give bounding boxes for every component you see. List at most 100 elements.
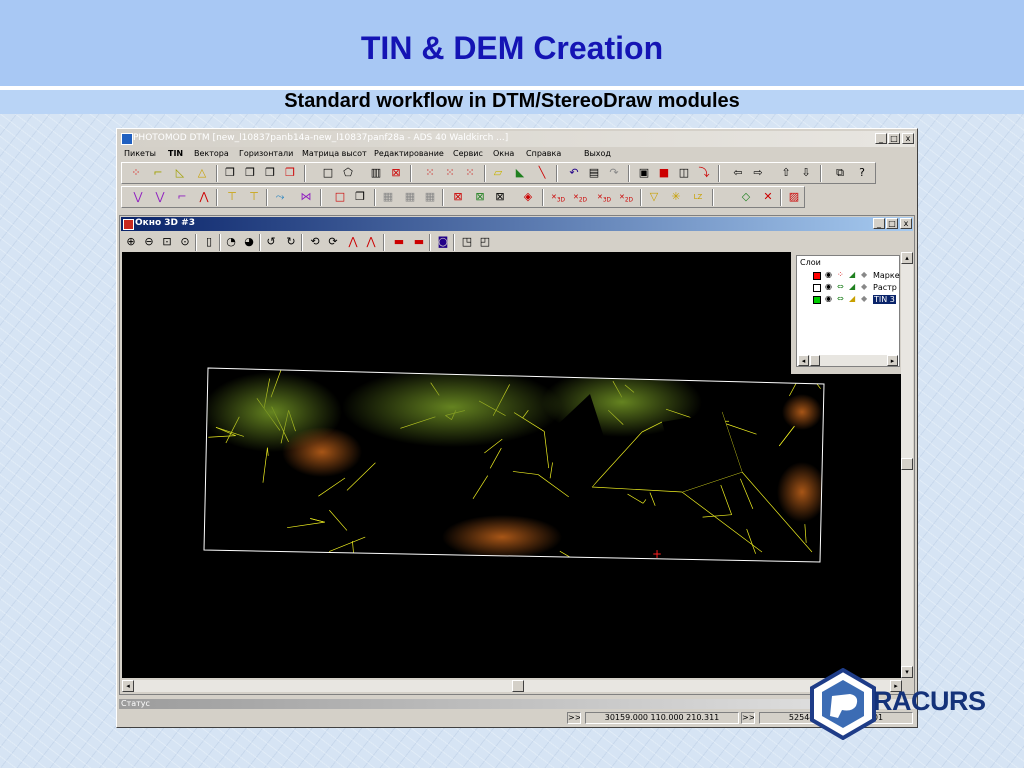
menu-edit[interactable]: Редактирование	[374, 149, 444, 158]
up-icon[interactable]: ⇧	[778, 165, 794, 181]
frame-icon[interactable]: ◳	[459, 234, 475, 250]
menu-dem[interactable]: Матрица высот	[302, 149, 367, 158]
scroll-left-icon[interactable]: ◂	[122, 680, 134, 692]
viewport-vscrollbar[interactable]: ▴ ▾	[901, 252, 913, 678]
child-window-icon[interactable]	[123, 219, 134, 230]
menu-exit[interactable]: Выход	[584, 149, 611, 158]
grid-icon[interactable]: ▥	[368, 165, 384, 181]
zoom-out-icon[interactable]: ⊖	[141, 234, 157, 250]
shape-icon[interactable]: ⬠	[340, 165, 356, 181]
layer-row[interactable]: ◉ ⇔ ◢ ◆ TIN 3	[801, 294, 901, 306]
coords-toggle-button[interactable]: >>	[741, 712, 755, 724]
curve-icon[interactable]: ⤵	[696, 165, 712, 181]
copy-layer-3-icon[interactable]: ❐	[262, 165, 278, 181]
print-2-icon[interactable]: ▬	[411, 234, 427, 250]
close-button[interactable]: x	[902, 133, 914, 144]
view-icon[interactable]: ▣	[636, 165, 652, 181]
layer-row[interactable]: ◉ ⇔ ◢ ◆ Растр	[801, 282, 901, 294]
spin-right-icon[interactable]: ⟳	[325, 234, 341, 250]
tilt-icon[interactable]: ⋀	[345, 234, 361, 250]
tin-3-icon[interactable]: ⊠	[492, 189, 508, 205]
scroll-up-icon[interactable]: ▴	[901, 252, 913, 264]
redo-icon[interactable]: ↷	[606, 165, 622, 181]
child-restore-button[interactable]: □	[886, 218, 898, 229]
minimize-button[interactable]: _	[875, 133, 887, 144]
menu-contours[interactable]: Горизонтали	[239, 149, 293, 158]
child-minimize-button[interactable]: _	[873, 218, 885, 229]
print-icon[interactable]: ▬	[391, 234, 407, 250]
scroll-right-icon[interactable]: ▸	[887, 355, 898, 366]
viewport-hscrollbar[interactable]: ◂ ▸	[122, 680, 902, 692]
tin-icon[interactable]: ⊠	[450, 189, 466, 205]
down-icon[interactable]: ⇩	[798, 165, 814, 181]
cut-icon[interactable]: ◇	[738, 189, 754, 205]
diagonal-icon[interactable]: ╲	[534, 165, 550, 181]
3d-2-icon[interactable]: ✕3D	[596, 189, 612, 205]
menu-windows[interactable]: Окна	[493, 149, 514, 158]
app-titlebar[interactable]: PHOTOMOD DTM [new_l10837panb14a-new_l108…	[119, 131, 915, 147]
scroll-thumb[interactable]	[901, 458, 913, 470]
eye-2-icon[interactable]: ◕	[241, 234, 257, 250]
table-2-icon[interactable]: ▦	[402, 189, 418, 205]
lz-icon[interactable]: LZ	[690, 189, 706, 205]
coords-toggle-button[interactable]: >>	[567, 712, 581, 724]
pickets-tool-icon[interactable]: ⁘	[128, 165, 144, 181]
smooth-icon[interactable]: ⤳	[272, 189, 288, 205]
menu-pickets[interactable]: Пикеты	[124, 149, 156, 158]
eye-icon[interactable]: ◉	[825, 270, 832, 279]
points-icon[interactable]: ⁙	[422, 165, 438, 181]
split-icon[interactable]: ⊤	[246, 189, 262, 205]
layer-row[interactable]: ◉ ⁘ ◢ ◆ Марке	[801, 270, 901, 282]
tin-4-icon[interactable]: ◈	[520, 189, 536, 205]
triangle-tool-icon[interactable]: △	[194, 165, 210, 181]
rotate-right-icon[interactable]: ↻	[283, 234, 299, 250]
scroll-thumb[interactable]	[810, 355, 820, 366]
table-3-icon[interactable]: ▦	[422, 189, 438, 205]
tilt-2-icon[interactable]: ⋀	[363, 234, 379, 250]
polygon-tool-icon[interactable]: ◺	[172, 165, 188, 181]
square-icon[interactable]: □	[332, 189, 348, 205]
eye-icon[interactable]: ◉	[825, 282, 832, 291]
delete-icon[interactable]: ⊠	[388, 165, 404, 181]
zoom-window-icon[interactable]: ⊙	[177, 234, 193, 250]
tin-2-icon[interactable]: ⊠	[472, 189, 488, 205]
rectangle-icon[interactable]: □	[320, 165, 336, 181]
back-icon[interactable]: ⇦	[730, 165, 746, 181]
disk-icon[interactable]: ◙	[435, 234, 451, 250]
points-2-icon[interactable]: ⁙	[442, 165, 458, 181]
2d-icon[interactable]: ✕2D	[572, 189, 588, 205]
help-icon[interactable]: ?	[854, 165, 870, 181]
node-2-icon[interactable]: ⋁	[152, 189, 168, 205]
copy-layer-4-icon[interactable]: ❐	[282, 165, 298, 181]
report-icon[interactable]: ▨	[786, 189, 802, 205]
2d-2-icon[interactable]: ✕2D	[618, 189, 634, 205]
copy-layer-2-icon[interactable]: ❐	[242, 165, 258, 181]
page-icon[interactable]: ▯	[201, 234, 217, 250]
layer-checkbox[interactable]	[813, 296, 821, 304]
copy-layer-icon[interactable]: ❐	[222, 165, 238, 181]
save-icon[interactable]: ▤	[586, 165, 602, 181]
scroll-thumb[interactable]	[512, 680, 524, 692]
select-icon[interactable]: ▱	[490, 165, 506, 181]
child-close-button[interactable]: x	[900, 218, 912, 229]
scroll-left-icon[interactable]: ◂	[798, 355, 809, 366]
zoom-fit-icon[interactable]: ⊡	[159, 234, 175, 250]
node-4-icon[interactable]: ⋀	[196, 189, 212, 205]
table-icon[interactable]: ▦	[380, 189, 396, 205]
spin-left-icon[interactable]: ⟲	[307, 234, 323, 250]
layer-checkbox[interactable]	[813, 272, 821, 280]
forward-icon[interactable]: ⇨	[750, 165, 766, 181]
line-tool-icon[interactable]: ⌐	[150, 165, 166, 181]
copy-icon[interactable]: ⧉	[832, 165, 848, 181]
menu-vectors[interactable]: Вектора	[194, 149, 229, 158]
erase-icon[interactable]: ✕	[760, 189, 776, 205]
layers-icon[interactable]: ❐	[352, 189, 368, 205]
stop-icon[interactable]: ■	[656, 165, 672, 181]
book-icon[interactable]: ◫	[676, 165, 692, 181]
3d-viewport[interactable]: + Слои ◉ ⁘ ◢ ◆ Марке ◉ ⇔ ◢ ◆ Растр ◉ ⇔ ◢…	[122, 252, 902, 678]
star-icon[interactable]: ✳	[668, 189, 684, 205]
menu-tin[interactable]: TIN	[168, 149, 183, 158]
menu-help[interactable]: Справка	[526, 149, 561, 158]
rotate-left-icon[interactable]: ↺	[263, 234, 279, 250]
join-icon[interactable]: ⊤	[224, 189, 240, 205]
